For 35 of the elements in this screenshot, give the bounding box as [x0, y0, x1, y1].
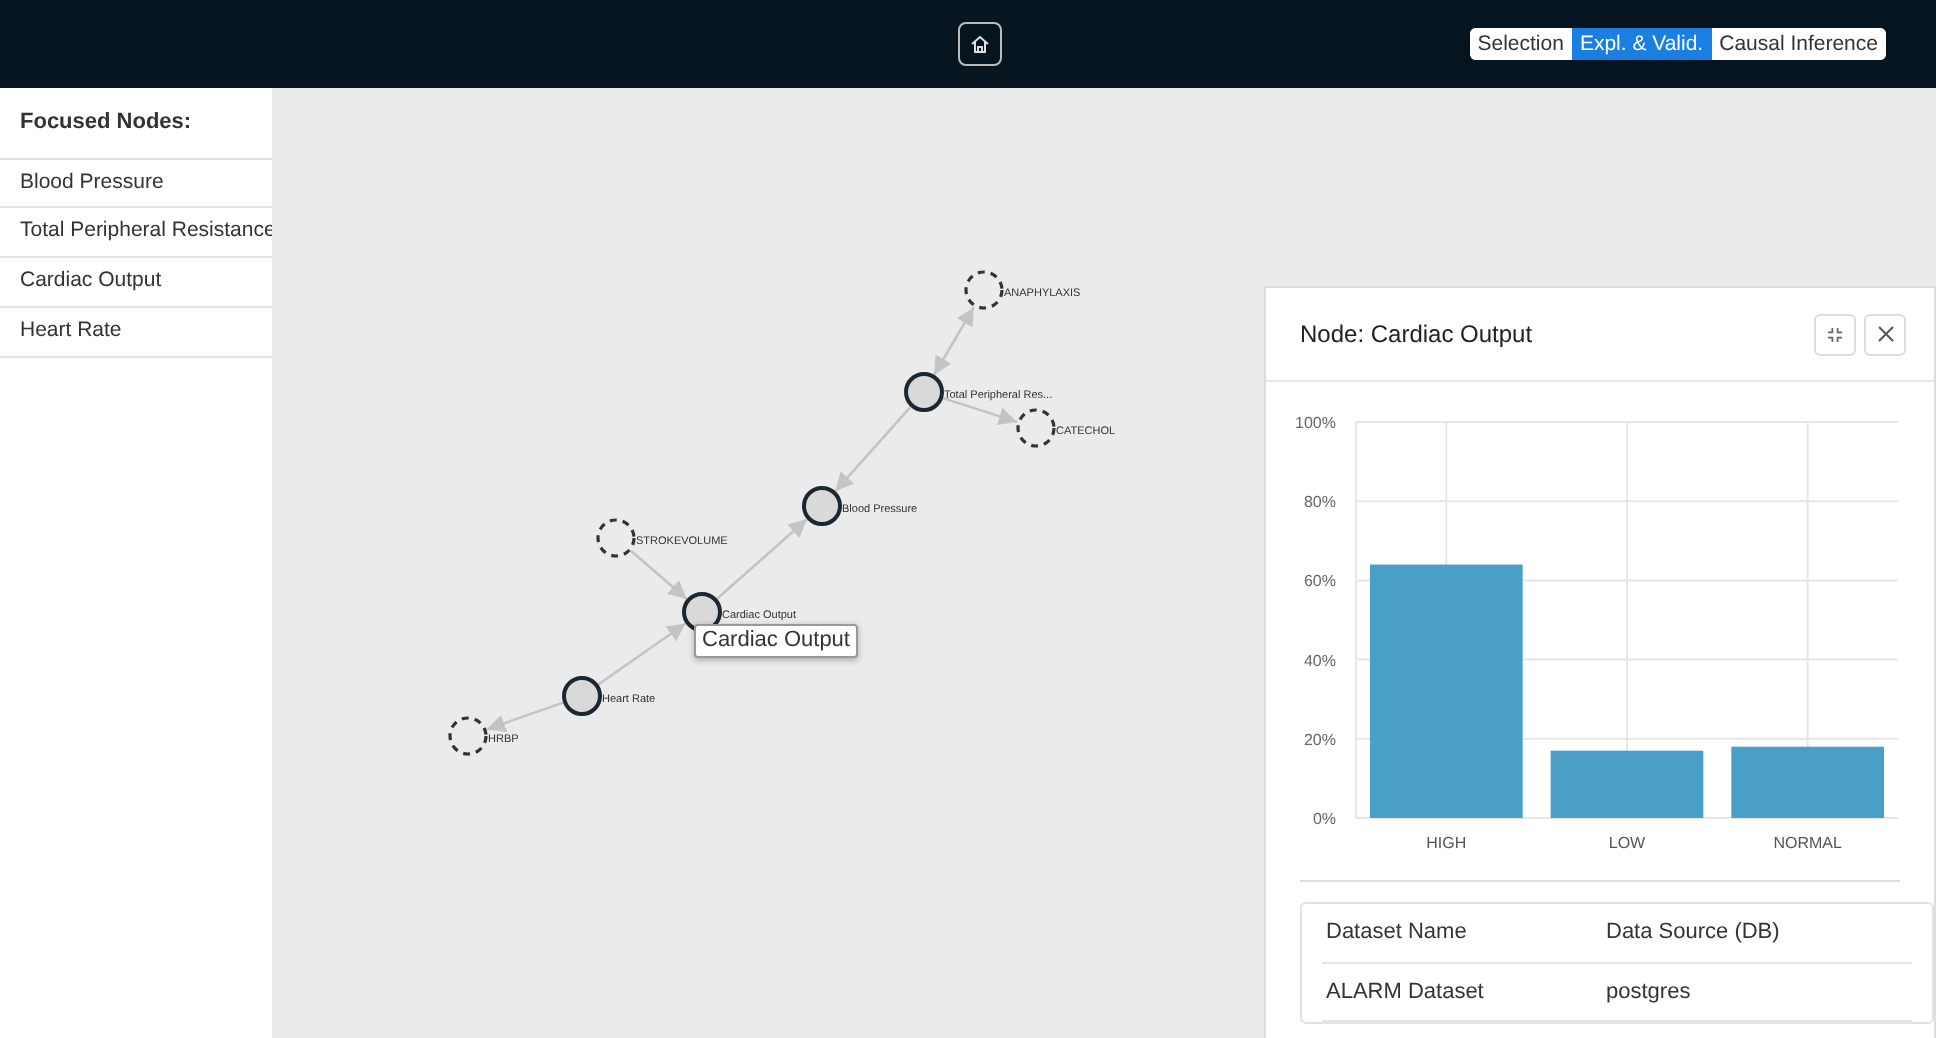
edge-arrow [942, 396, 1018, 425]
edge-arrow [834, 406, 912, 492]
y-tick-label: 0% [1312, 810, 1336, 828]
graph-node[interactable] [1016, 408, 1056, 448]
x-tick-label: NORMAL [1773, 834, 1842, 852]
graph-node[interactable] [904, 372, 944, 412]
column-header: Dataset Name [1324, 918, 1469, 948]
graph-node[interactable] [802, 486, 842, 526]
collapse-button[interactable] [1814, 313, 1856, 355]
graph-node[interactable] [964, 270, 1004, 310]
graph-node[interactable] [596, 518, 636, 558]
node-tooltip: Cardiac Output [694, 624, 858, 658]
y-tick-label: 40% [1303, 651, 1336, 670]
x-tick-label: LOW [1608, 834, 1646, 852]
table-cell-text: postgres [1604, 977, 1693, 1007]
graph-node[interactable] [562, 676, 602, 716]
edge-arrow [630, 550, 688, 600]
close-button[interactable] [1864, 313, 1906, 355]
edge-arrow [597, 622, 687, 686]
graph-node[interactable] [448, 716, 488, 756]
x-tick-label: HIGH [1426, 834, 1467, 852]
edge-arrow [933, 306, 975, 376]
mode-tab[interactable]: Expl. & Valid. [1571, 28, 1712, 60]
y-tick-label: 20% [1303, 730, 1336, 749]
panel-title: Node: Cardiac Output [1300, 318, 1533, 352]
y-tick-label: 100% [1295, 414, 1336, 432]
close-icon [1877, 326, 1893, 342]
collapse-icon [1828, 327, 1842, 341]
home-icon [970, 34, 990, 54]
y-tick-label: 80% [1303, 493, 1336, 512]
y-tick-label: 60% [1303, 572, 1336, 591]
table-cell-text: ALARM Dataset [1324, 977, 1486, 1007]
edge-arrow [486, 701, 564, 732]
home-button[interactable] [958, 22, 1002, 66]
column-header: Data Source (DB) [1604, 918, 1782, 948]
